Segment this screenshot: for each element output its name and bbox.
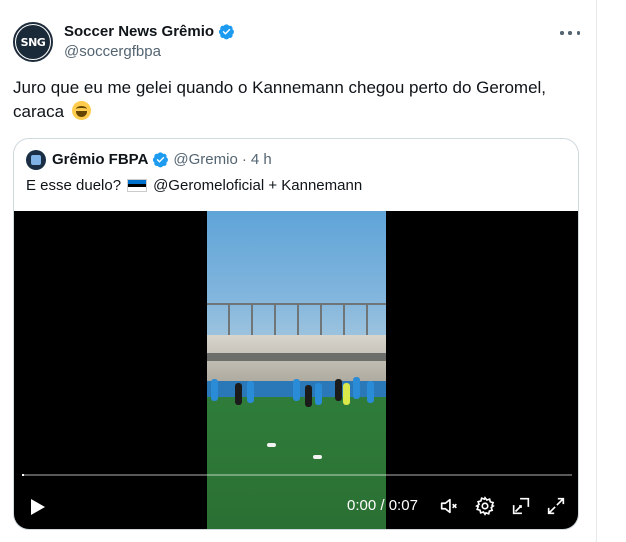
column-divider [596, 0, 597, 542]
player [305, 385, 312, 407]
time-display: 0:00 / 0:07 [347, 497, 418, 514]
player [235, 383, 242, 405]
quoted-tweet[interactable]: Grêmio FBPA @Gremio · 4 h E esse duelo? … [13, 138, 579, 530]
author-handle[interactable]: @soccergfbpa [64, 43, 161, 60]
avatar-text: SNG [20, 35, 46, 49]
player [247, 381, 254, 403]
progress-bar[interactable] [22, 474, 572, 476]
training-cone [267, 443, 276, 447]
quoted-author-name: Grêmio FBPA [52, 151, 149, 168]
video-player[interactable]: 0:00 / 0:07 [14, 211, 578, 529]
player [353, 377, 360, 399]
quoted-author-handle: @Gremio [173, 151, 238, 168]
player [367, 381, 374, 403]
tweet-body: Juro que eu me gelei quando o Kannemann … [13, 76, 573, 124]
quoted-text-before: E esse duelo? [26, 177, 122, 194]
verified-badge-icon [218, 24, 235, 40]
author-name-row: Soccer News Grêmio [64, 23, 235, 40]
meta-separator: · [241, 151, 247, 168]
time-total: 0:07 [388, 497, 418, 514]
author-display-name[interactable]: Soccer News Grêmio [64, 23, 214, 40]
fullscreen-icon[interactable] [545, 495, 567, 517]
tweet-card: SNG Soccer News Grêmio @soccergfbpa Juro… [0, 0, 596, 542]
mute-icon[interactable] [438, 495, 460, 517]
estonia-flag-icon [127, 179, 148, 192]
player [211, 379, 218, 401]
player [293, 379, 300, 401]
player [315, 383, 322, 405]
quoted-text: E esse duelo? @Geromeloficial + Kanneman… [26, 177, 362, 194]
laughing-emoji-icon [71, 101, 91, 120]
pip-icon[interactable] [510, 495, 532, 517]
player [343, 383, 350, 405]
fence [207, 303, 386, 337]
quoted-timestamp: 4 h [250, 151, 272, 168]
quoted-header: Grêmio FBPA @Gremio · 4 h [52, 151, 272, 168]
video-frame [207, 211, 386, 529]
training-cone [313, 455, 322, 459]
author-avatar[interactable]: SNG [13, 22, 53, 62]
time-separator: / [376, 497, 389, 514]
verified-badge-icon [153, 152, 169, 168]
play-icon[interactable] [30, 498, 46, 516]
quoted-text-after: @Geromeloficial + Kannemann [153, 177, 363, 194]
player [335, 379, 342, 401]
avatar-logo: SNG [16, 25, 50, 59]
more-options-icon[interactable] [560, 27, 580, 39]
time-current: 0:00 [347, 497, 377, 514]
quoted-author-avatar[interactable] [26, 150, 46, 170]
settings-icon[interactable] [474, 495, 496, 517]
tweet-text: Juro que eu me gelei quando o Kannemann … [13, 78, 547, 121]
